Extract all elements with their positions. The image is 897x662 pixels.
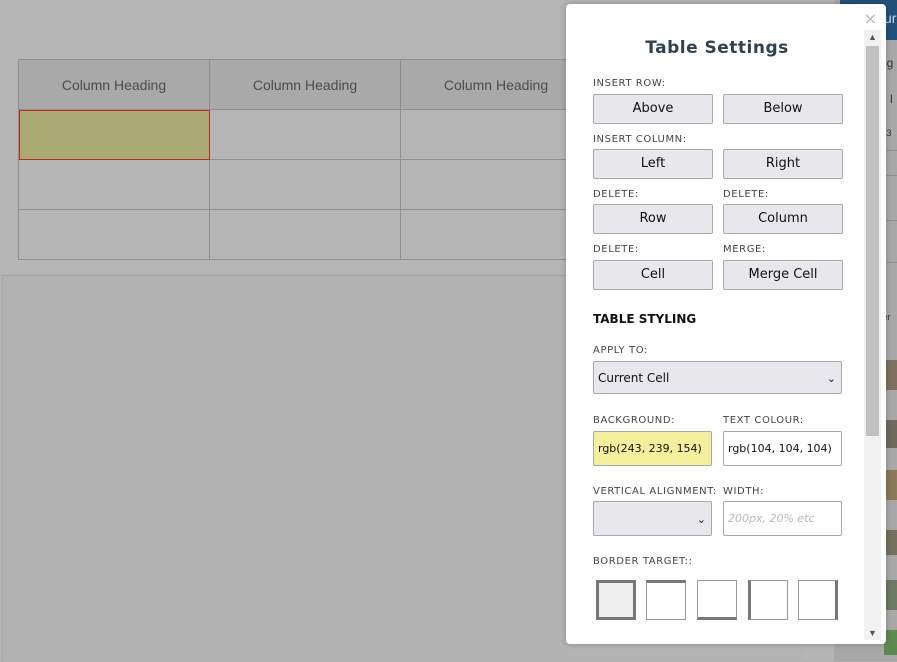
insert-column-right-button[interactable]: Right [723,149,843,179]
merge-cell-button[interactable]: Merge Cell [723,260,843,290]
table-cell[interactable] [209,209,401,260]
delete-row-button[interactable]: Row [593,204,713,234]
scrollbar-thumb[interactable] [866,46,879,436]
table-cell[interactable] [400,159,592,210]
delete-cell-button[interactable]: Cell [593,260,713,290]
apply-to-value: Current Cell [598,371,670,385]
table-cell[interactable] [209,109,401,160]
apply-to-label: APPLY TO: [593,345,649,356]
width-field[interactable]: 200px, 20% etc [723,501,842,536]
table-cell[interactable] [400,209,592,260]
scroll-up-icon[interactable]: ▲ [864,32,881,42]
column-heading[interactable]: Column Heading [400,59,592,110]
border-all-option[interactable] [596,580,636,620]
table-cell[interactable] [209,159,401,210]
chevron-down-icon: ⌄ [696,513,706,526]
dialog-scrollbar[interactable]: ▲ ▼ [864,30,881,640]
dialog-title: Table Settings [645,38,789,58]
selected-table-cell[interactable] [18,109,210,160]
column-heading[interactable]: Column Heading [18,59,210,110]
border-right-option[interactable] [798,580,838,620]
delete-column-button[interactable]: Column [723,204,843,234]
background-label: BACKGROUND: [593,415,676,426]
insert-column-label: INSERT COLUMN: [593,134,687,145]
delete-row-label: DELETE: [593,189,639,200]
text-colour-label: TEXT COLOUR: [723,415,804,426]
editor-table: Column Heading Column Heading Column Hea… [18,59,592,260]
vertical-alignment-label: VERTICAL ALIGNMENT: [593,486,717,497]
chevron-down-icon: ⌄ [826,372,836,385]
scroll-down-icon[interactable]: ▼ [864,628,881,638]
insert-column-left-button[interactable]: Left [593,149,713,179]
table-row [18,159,592,210]
table-cell[interactable] [18,209,210,260]
insert-row-above-button[interactable]: Above [593,94,713,124]
table-header-row: Column Heading Column Heading Column Hea… [18,59,592,110]
merge-label: MERGE: [723,244,766,255]
table-row [18,209,592,260]
border-bottom-option[interactable] [697,580,737,620]
apply-to-select[interactable]: Current Cell ⌄ [593,361,842,394]
table-cell[interactable] [18,159,210,210]
table-row [18,109,592,160]
insert-row-below-button[interactable]: Below [723,94,843,124]
border-target-label: BORDER TARGET:: [593,556,693,567]
table-cell[interactable] [400,109,592,160]
text-colour-field[interactable]: rgb(104, 104, 104) [723,431,842,466]
border-top-option[interactable] [646,580,686,620]
table-settings-dialog: × Table Settings INSERT ROW: Above Below… [566,4,886,644]
table-styling-heading: TABLE STYLING [593,312,697,326]
delete-column-label: DELETE: [723,189,769,200]
close-icon[interactable]: × [864,9,877,28]
background-color-field[interactable]: rgb(243, 239, 154) [593,431,712,466]
column-heading[interactable]: Column Heading [209,59,401,110]
delete-cell-label: DELETE: [593,244,639,255]
vertical-alignment-select[interactable]: ⌄ [593,501,712,536]
border-left-option[interactable] [748,580,788,620]
insert-row-label: INSERT ROW: [593,78,666,89]
width-label: WIDTH: [723,486,765,497]
